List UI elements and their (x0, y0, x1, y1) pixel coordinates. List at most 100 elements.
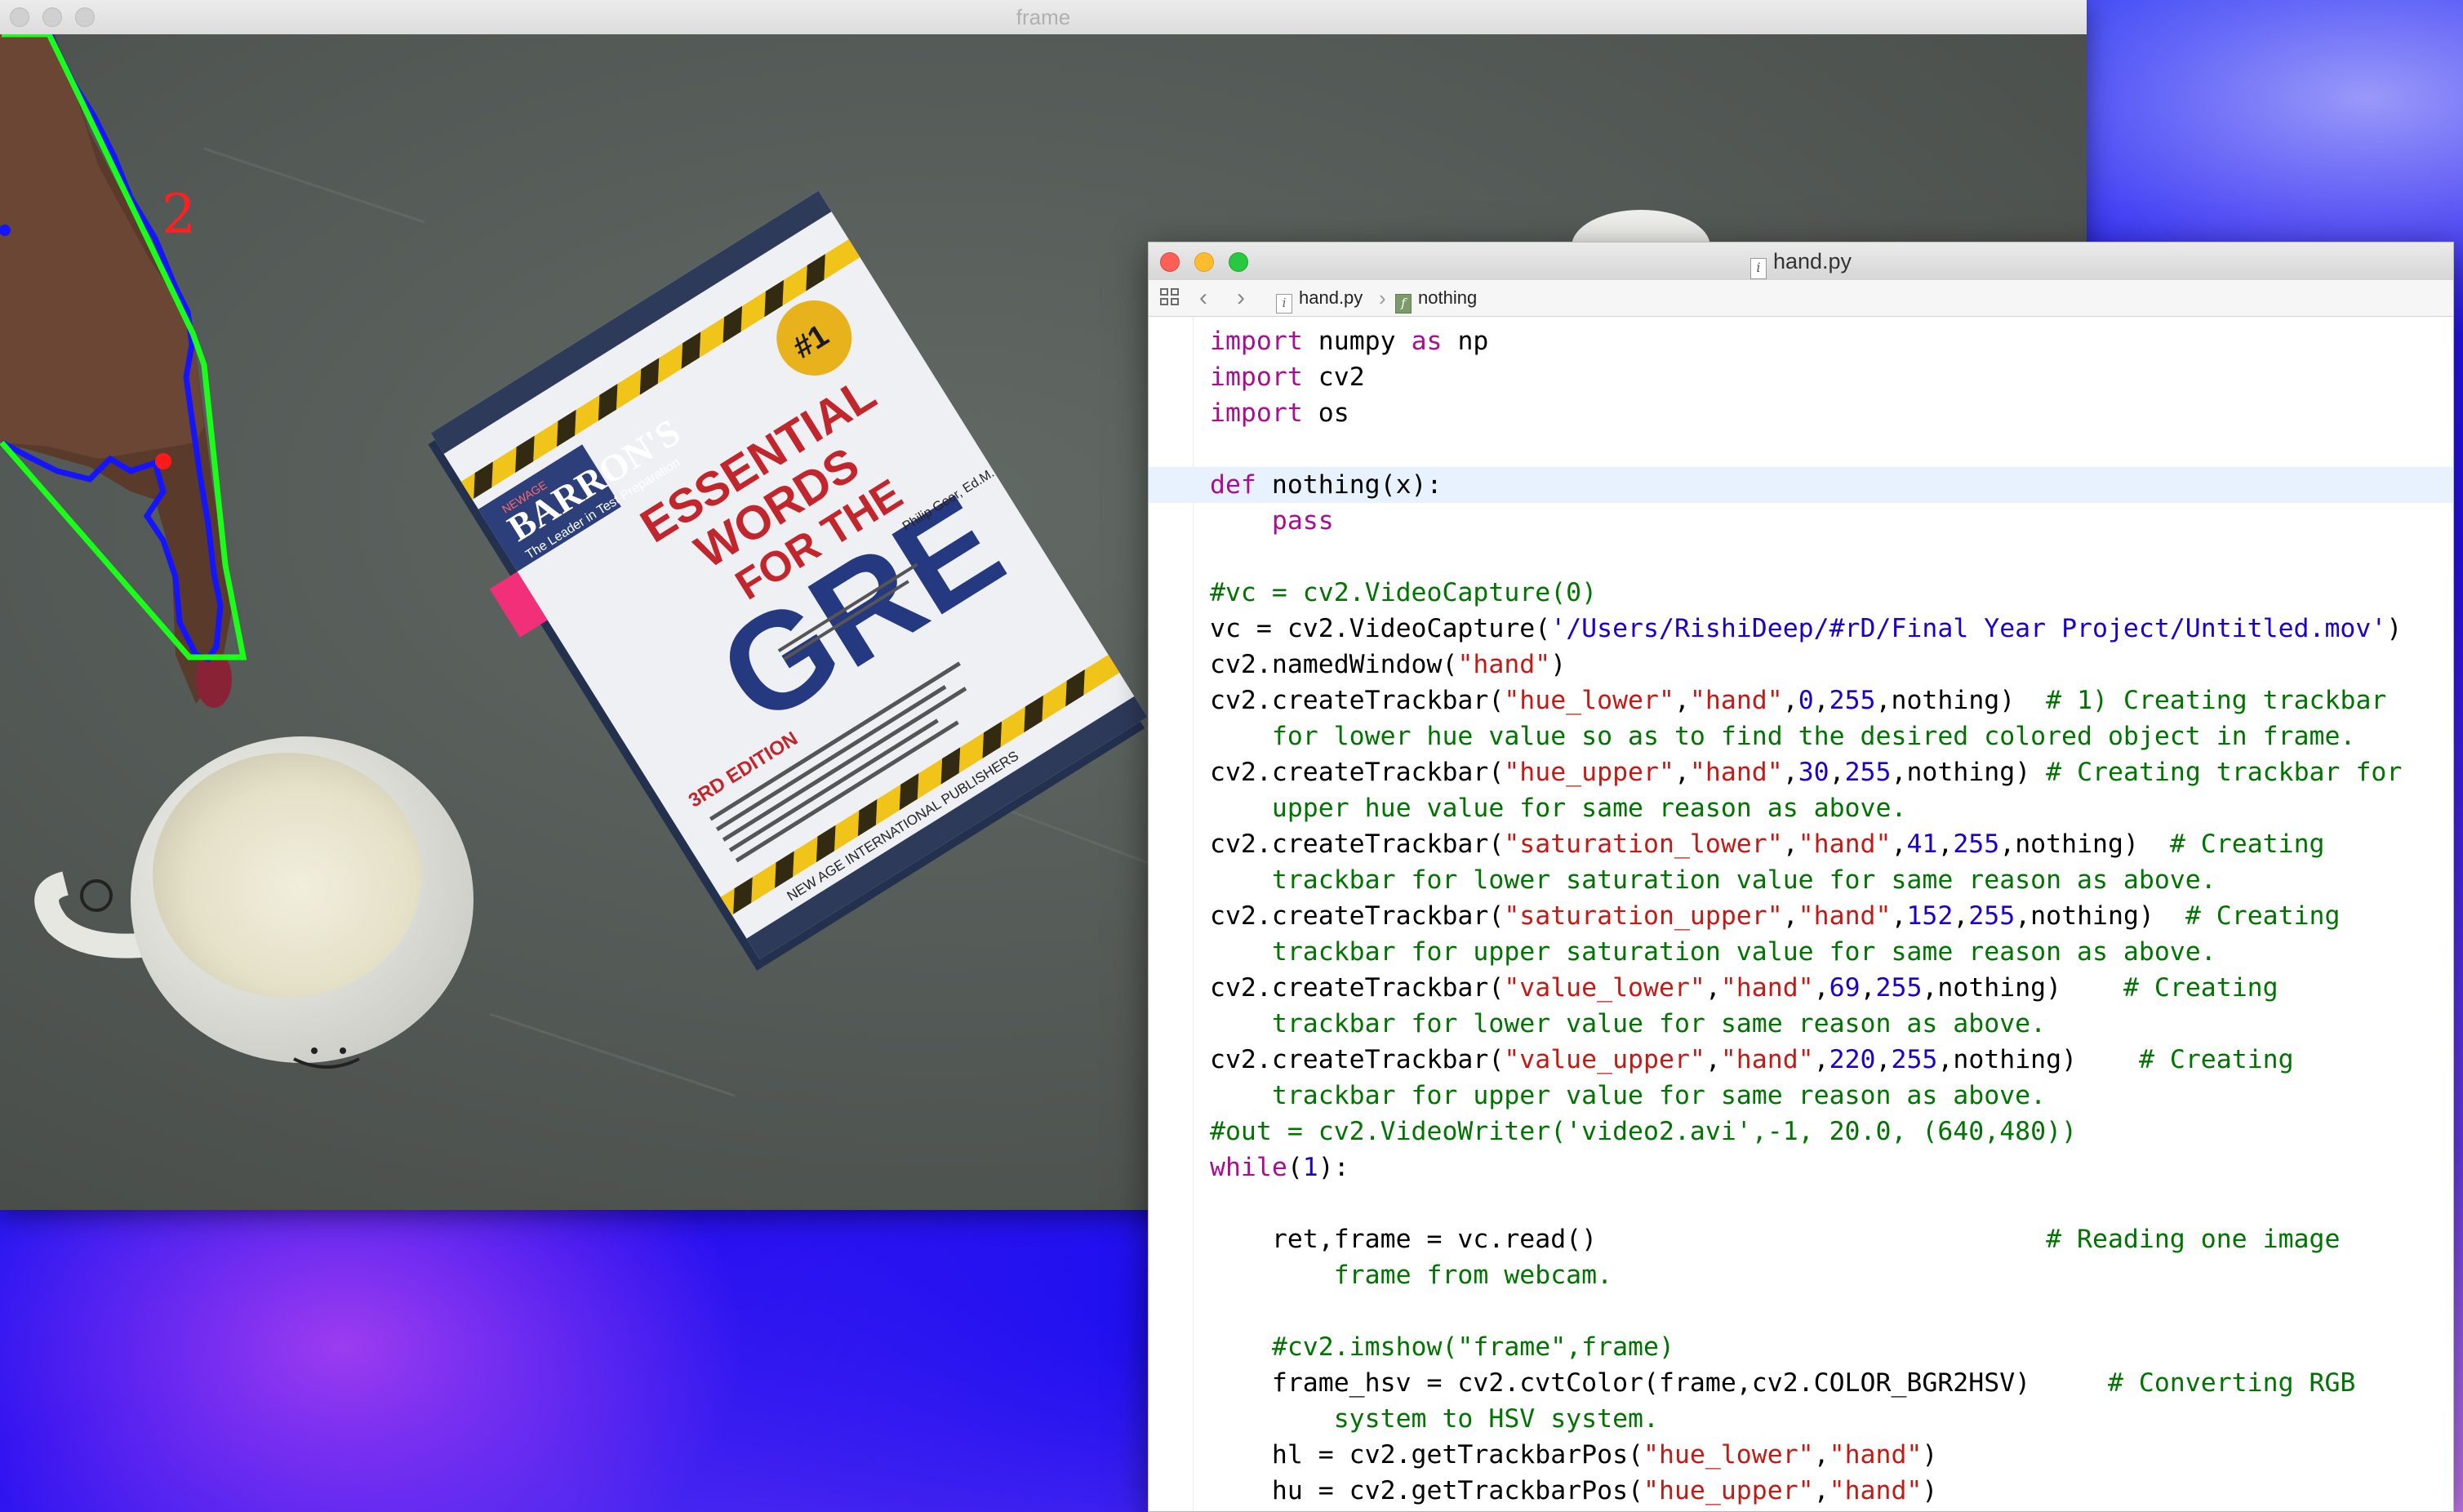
code-token: # Creating (2169, 829, 2325, 859)
code-token: upper hue value for same reason as above… (1210, 794, 1907, 823)
code-line[interactable]: cv2.createTrackbar("value_upper","hand",… (1210, 1042, 2402, 1078)
code-line[interactable]: #out = cv2.VideoWriter('video2.avi',-1, … (1210, 1114, 2402, 1150)
editor-titlebar[interactable]: i hand.py (1149, 242, 2453, 281)
code-line[interactable]: trackbar for upper value for same reason… (1210, 1078, 2402, 1114)
code-line[interactable]: for lower hue value so as to find the de… (1210, 718, 2402, 754)
code-line[interactable]: hl = cv2.getTrackbarPos("hue_lower","han… (1210, 1437, 2402, 1473)
code-token: , (1782, 686, 1798, 715)
code-token: np (1442, 327, 1489, 356)
code-line[interactable]: while(1): (1210, 1150, 2402, 1185)
code-line[interactable]: vc = cv2.VideoCapture('/Users/RishiDeep/… (1210, 611, 2402, 647)
breadcrumb-file[interactable]: i hand.py (1276, 280, 1363, 316)
editor-window[interactable]: i hand.py ‹ › i hand.py › f nothing import … (1148, 242, 2454, 1512)
code-token: hu = cv2.getTrackbarPos( (1210, 1476, 1644, 1505)
code-line[interactable]: ret,frame = vc.read() # Reading one imag… (1210, 1221, 2402, 1257)
code-token: ,nothing) (2015, 901, 2185, 931)
code-line[interactable]: ​ (1210, 1185, 2402, 1221)
code-token: 255 (1953, 829, 2000, 859)
code-line[interactable]: upper hue value for same reason as above… (1210, 790, 2402, 826)
code-token: # Creating trackbar for (2046, 758, 2403, 787)
code-line[interactable]: #cv2.imshow("frame",frame) (1210, 1329, 2402, 1365)
code-line[interactable]: cv2.createTrackbar("hue_upper","hand",30… (1210, 754, 2402, 790)
code-token: cv2.createTrackbar( (1210, 829, 1505, 859)
code-token: 41 (1906, 829, 1938, 859)
code-token: ret,frame = vc.read() (1210, 1225, 2047, 1254)
code-line[interactable]: #vc = cv2.VideoCapture(0) (1210, 575, 2402, 611)
code-token: "hand" (1457, 650, 1551, 679)
editor-title: i hand.py (1149, 242, 2453, 280)
code-token: system to HSV system. (1210, 1404, 1659, 1434)
code-line[interactable]: frame_hsv = cv2.cvtColor(frame,cv2.COLOR… (1210, 1365, 2402, 1401)
code-token: # Reading one image (2046, 1225, 2341, 1254)
code-token: "hue_upper" (1643, 1476, 1814, 1505)
code-line[interactable]: ​ (1210, 539, 2402, 575)
code-token: , (1674, 686, 1690, 715)
code-line[interactable]: cv2.namedWindow("hand") (1210, 647, 2402, 683)
code-token: pass (1271, 506, 1334, 536)
editor-title-text: hand.py (1772, 249, 1852, 273)
code-line[interactable]: import numpy as np (1210, 323, 2402, 359)
code-token: , (1829, 758, 1845, 787)
code-line[interactable]: trackbar for lower saturation value for … (1210, 862, 2402, 898)
code-token: '/Users/RishiDeep/#rD/Final Year Project… (1550, 614, 2387, 643)
code-token: ,nothing) (1937, 1045, 2139, 1074)
code-token: 220 (1829, 1045, 1876, 1074)
code-line[interactable]: hu = cv2.getTrackbarPos("hue_upper","han… (1210, 1473, 2402, 1509)
code-line[interactable]: system to HSV system. (1210, 1401, 2402, 1437)
code-token: "value_upper" (1504, 1045, 1705, 1074)
code-token: 1 (1302, 1153, 1318, 1182)
code-token: trackbar for upper saturation value for … (1210, 937, 2216, 967)
code-line[interactable]: def nothing(x): (1149, 467, 2453, 503)
code-token: , (1937, 829, 1954, 859)
back-chevron-icon[interactable]: ‹ (1199, 280, 1207, 316)
code-token: "hue_lower" (1504, 686, 1674, 715)
code-token: 255 (1875, 973, 1923, 1003)
code-line[interactable]: frame from webcam. (1210, 1257, 2402, 1293)
code-token: ) (1922, 1476, 1938, 1505)
code-text[interactable]: import numpy as npimport cv2import os​de… (1149, 323, 2453, 1509)
code-token: , (1813, 973, 1829, 1003)
code-line[interactable]: trackbar for upper saturation value for … (1210, 934, 2402, 970)
code-token: # Creating (2138, 1045, 2294, 1074)
code-token: 255 (1829, 686, 1876, 715)
frame-titlebar[interactable]: frame (0, 0, 2087, 35)
code-line[interactable]: import os (1210, 395, 2402, 431)
code-token: , (1813, 1476, 1829, 1505)
code-token: cv2 (1302, 362, 1365, 392)
code-token: , (1813, 1045, 1829, 1074)
code-editor[interactable]: import numpy as npimport cv2import os​de… (1149, 317, 2453, 1511)
code-line[interactable]: import cv2 (1210, 359, 2402, 395)
code-token: ,nothing) (1922, 973, 2123, 1003)
code-line[interactable]: ​ (1210, 1293, 2402, 1329)
code-token: "saturation_lower" (1504, 829, 1783, 859)
code-line[interactable]: cv2.createTrackbar("value_lower","hand",… (1210, 970, 2402, 1006)
code-line[interactable]: cv2.createTrackbar("saturation_lower", "h… (1210, 826, 2402, 862)
code-line[interactable]: cv2.createTrackbar("saturation_upper","h… (1210, 898, 2402, 934)
code-token: # Creating (2185, 901, 2341, 931)
breadcrumb-symbol[interactable]: f nothing (1395, 280, 1477, 316)
code-token: def (1210, 470, 1256, 500)
code-token: ): (1318, 1153, 1349, 1182)
code-token: , (1875, 1045, 1892, 1074)
code-token: frame_hsv = cv2.cvtColor(frame,cv2.COLOR… (1210, 1368, 2108, 1398)
code-token: 255 (1844, 758, 1892, 787)
forward-chevron-icon[interactable]: › (1237, 280, 1245, 316)
code-token: numpy (1302, 327, 1412, 356)
code-line[interactable]: ​ (1210, 431, 2402, 467)
code-token: , (1782, 758, 1798, 787)
code-token: as (1411, 327, 1443, 356)
code-line[interactable]: pass (1210, 503, 2402, 539)
code-token: 30 (1798, 758, 1829, 787)
code-line[interactable]: trackbar for lower value for same reason… (1210, 1006, 2402, 1042)
code-token: "hand" (1829, 1476, 1923, 1505)
related-items-grid-icon[interactable] (1160, 288, 1181, 308)
code-token: import (1210, 398, 1303, 428)
code-line[interactable]: cv2.createTrackbar("hue_lower","hand",0,… (1210, 683, 2402, 718)
code-token: ,nothing) (1875, 686, 2047, 715)
code-token: "hand" (1798, 901, 1892, 931)
code-token: "hand" (1798, 829, 1892, 859)
code-token: # 1) Creating trackbar (2046, 686, 2387, 715)
code-token: cv2.createTrackbar( (1210, 1045, 1505, 1074)
code-token: trackbar for upper value for same reason… (1210, 1081, 2047, 1110)
python-file-icon: i (1276, 294, 1292, 314)
